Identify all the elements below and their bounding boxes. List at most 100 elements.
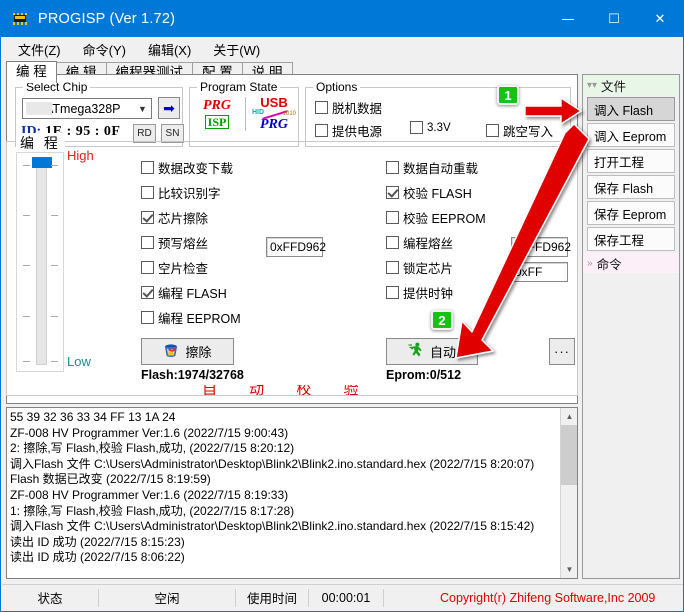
lock-value[interactable]: 0xFF: [511, 262, 568, 282]
checkbox-3v3[interactable]: [410, 121, 423, 134]
check-verify-eeprom[interactable]: 校验 EEPROM: [386, 206, 486, 229]
option-3v3[interactable]: 3.3V: [410, 121, 451, 134]
label-verify-flash: 校验 FLASH: [403, 187, 472, 201]
checkbox-prewrite-fuse[interactable]: [141, 236, 154, 249]
checkbox-verify-flash[interactable]: [386, 186, 399, 199]
checkbox-chip-erase[interactable]: [141, 211, 154, 224]
check-prewrite-fuse[interactable]: 预写熔丝: [141, 231, 241, 254]
option-skip-blank-write[interactable]: 跳空写入: [486, 121, 553, 140]
tab-program[interactable]: 编 程: [6, 61, 57, 83]
check-provide-clock[interactable]: 提供时钟: [386, 281, 486, 304]
auto-button[interactable]: 自动: [386, 338, 478, 365]
options-group: Options 脱机数据 提供电源 3.3V 跳空写入: [305, 80, 571, 147]
running-person-icon: [408, 342, 424, 361]
close-button[interactable]: ✕: [637, 1, 683, 37]
copyright-text: Copyright(r) Zhifeng Software,Inc 2009: [440, 590, 656, 605]
status-bar: 状态 空闲 使用时间 00:00:01 Copyright(r) Zhifeng…: [2, 584, 683, 610]
sidebar-save-eeprom[interactable]: 保存 Eeprom: [587, 201, 675, 225]
checkbox-lock-chip[interactable]: [386, 261, 399, 274]
log-line: 读出 ID 成功 (2022/7/15 8:06:22): [10, 550, 185, 565]
scrollbar-thumb[interactable]: [561, 425, 577, 485]
menu-about[interactable]: 关于(W): [202, 37, 271, 62]
status-value: 空闲: [154, 592, 180, 606]
progisp-window: PROGISP (Ver 1.72) — ☐ ✕ 文件(Z) 命令(Y) 编辑(…: [0, 0, 684, 612]
chevron-down-icon[interactable]: ▼: [134, 99, 151, 118]
log-line: 读出 ID 成功 (2022/7/15 8:15:23): [10, 534, 185, 549]
label-provide-clock: 提供时钟: [403, 287, 454, 301]
window-title: PROGISP (Ver 1.72): [38, 11, 176, 27]
trash-icon: [163, 343, 179, 361]
sidebar-load-eeprom[interactable]: 调入 Eeprom: [587, 123, 675, 147]
maximize-button[interactable]: ☐: [591, 1, 637, 37]
checkbox-provide-power[interactable]: [315, 124, 328, 137]
check-download-on-data-change[interactable]: 数据改变下载: [141, 156, 241, 179]
menu-file[interactable]: 文件(Z): [7, 37, 72, 62]
option-provide-power-label: 提供电源: [332, 125, 383, 139]
sidebar-save-project-label: 保存工程: [594, 233, 645, 248]
checkbox-download-on-data-change[interactable]: [141, 161, 154, 174]
option-offline-data-label: 脱机数据: [332, 102, 383, 116]
flash-usage-label: Flash:1974/32768: [141, 368, 244, 382]
check-program-eeprom[interactable]: 编程 EEPROM: [141, 306, 241, 329]
sidebar-open-project[interactable]: 打开工程: [587, 149, 675, 173]
sidebar-files-header[interactable]: ▾▾ 文件: [583, 75, 679, 95]
log-scrollbar[interactable]: ▲ ▼: [560, 408, 577, 578]
check-lock-chip[interactable]: 锁定芯片: [386, 256, 486, 279]
menu-bar: 文件(Z) 命令(Y) 编辑(X) 关于(W): [1, 37, 683, 61]
log-line: 调入Flash 文件 C:\Users\Administrator\Deskto…: [10, 456, 535, 471]
check-verify-flash[interactable]: 校验 FLASH: [386, 181, 486, 204]
usb-status-icon: USB HID 1010 PRG: [252, 96, 296, 132]
checkbox-compare-signature[interactable]: [141, 186, 154, 199]
sidebar-load-flash[interactable]: 调入 Flash: [587, 97, 675, 121]
check-blank-check[interactable]: 空片检查: [141, 256, 241, 279]
scroll-down-icon[interactable]: ▼: [561, 561, 577, 578]
speed-slider[interactable]: [16, 152, 64, 372]
label-download-on-data-change: 数据改变下载: [158, 162, 234, 176]
hid-label: HID: [252, 109, 265, 116]
chevron-double-down-icon: ▾▾: [587, 79, 598, 91]
program-fuse-value[interactable]: 0xFFD962: [511, 237, 571, 257]
checkbox-program-eeprom[interactable]: [141, 311, 154, 324]
log-output-panel[interactable]: 55 39 32 36 33 34 FF 13 1A 24 ZF-008 HV …: [6, 407, 578, 579]
checkbox-program-fuse[interactable]: [386, 236, 399, 249]
chip-select-combo[interactable]: ATmega328P ▼: [22, 98, 152, 119]
sidebar-commands-header[interactable]: » 命令: [583, 253, 679, 273]
checkbox-program-flash[interactable]: [141, 286, 154, 299]
label-compare-signature: 比较识别字: [158, 187, 221, 201]
slider-track: [36, 161, 47, 365]
scroll-up-icon[interactable]: ▲: [561, 408, 577, 425]
option-offline-data[interactable]: 脱机数据: [315, 98, 382, 117]
sidebar-save-flash-label: 保存 Flash: [594, 181, 654, 196]
checkbox-auto-reload-data[interactable]: [386, 161, 399, 174]
option-provide-power[interactable]: 提供电源: [315, 121, 382, 140]
menu-command[interactable]: 命令(Y): [72, 37, 137, 62]
elapsed-time-label: 使用时间: [246, 592, 297, 606]
checkbox-verify-eeprom[interactable]: [386, 211, 399, 224]
menu-edit[interactable]: 编辑(X): [137, 37, 202, 62]
label-prewrite-fuse: 预写熔丝: [158, 237, 209, 251]
label-blank-check: 空片检查: [158, 262, 209, 276]
isp-green-text: ISP: [204, 114, 230, 129]
minimize-button[interactable]: —: [545, 1, 591, 37]
checkbox-blank-check[interactable]: [141, 261, 154, 274]
log-line: Flash 数据已改变 (2022/7/15 8:19:59): [10, 472, 211, 487]
program-left-options: 数据改变下载 比较识别字 芯片擦除 预写熔丝 空片检查 编程 FLASH 编程 …: [141, 156, 241, 329]
go-arrow-button[interactable]: ➡: [158, 97, 180, 119]
log-line: ZF-008 HV Programmer Ver:1.6 (2022/7/15 …: [10, 487, 289, 502]
hid-wire-graphic: HID 1010: [252, 109, 296, 120]
checkbox-provide-clock[interactable]: [386, 286, 399, 299]
sidebar-save-project[interactable]: 保存工程: [587, 227, 675, 251]
check-auto-reload-data[interactable]: 数据自动重载: [386, 156, 486, 179]
slider-thumb[interactable]: [32, 157, 52, 168]
check-chip-erase[interactable]: 芯片擦除: [141, 206, 241, 229]
sidebar-files-header-label: 文件: [601, 79, 627, 94]
prewrite-fuse-value[interactable]: 0xFFD962: [266, 237, 326, 257]
erase-button[interactable]: 擦除: [141, 338, 234, 365]
check-compare-signature[interactable]: 比较识别字: [141, 181, 241, 204]
check-program-flash[interactable]: 编程 FLASH: [141, 281, 241, 304]
sidebar-save-flash[interactable]: 保存 Flash: [587, 175, 675, 199]
check-program-fuse[interactable]: 编程熔丝: [386, 231, 486, 254]
more-options-button[interactable]: ···: [549, 338, 575, 365]
checkbox-offline-data[interactable]: [315, 101, 328, 114]
checkbox-skip-blank-write[interactable]: [486, 124, 499, 137]
